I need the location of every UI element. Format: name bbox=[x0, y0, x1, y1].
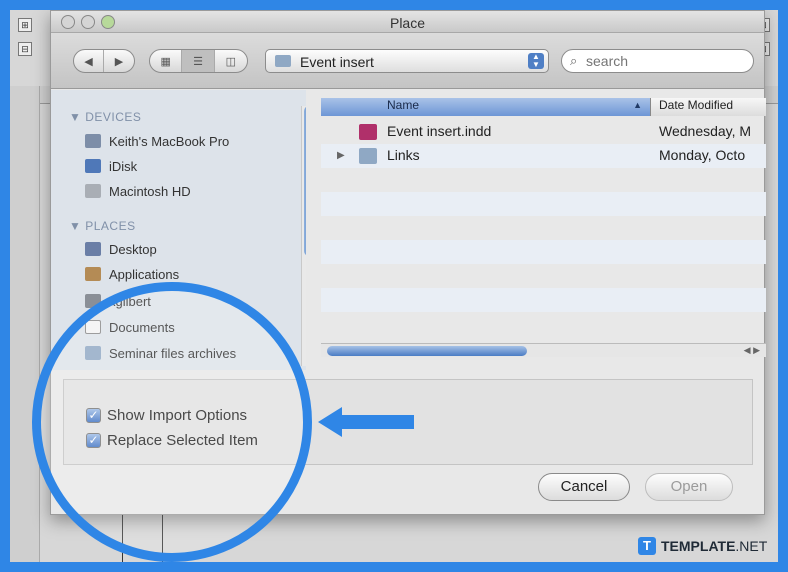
back-forward-buttons: ◀ ▶ bbox=[73, 49, 135, 73]
sidebar-item-macbook[interactable]: Keith's MacBook Pro bbox=[85, 132, 229, 150]
search-field[interactable]: ⌕ bbox=[561, 49, 754, 73]
sort-ascending-icon: ▲ bbox=[633, 100, 642, 110]
sidebar-item-desktop[interactable]: Desktop bbox=[85, 240, 157, 258]
back-arrow-icon[interactable]: ◀ bbox=[74, 50, 105, 72]
indesign-file-icon bbox=[359, 124, 377, 140]
empty-row bbox=[321, 312, 766, 336]
sidebar-item-macintosh-hd[interactable]: Macintosh HD bbox=[85, 182, 191, 200]
empty-row bbox=[321, 192, 766, 216]
applications-icon bbox=[85, 267, 101, 281]
empty-row bbox=[321, 168, 766, 192]
template-net-logo: T TEMPLATE.NET bbox=[638, 537, 767, 555]
open-button[interactable]: Open bbox=[645, 473, 733, 501]
date-column-header[interactable]: Date Modified bbox=[651, 98, 766, 116]
background-tool-icon: ⊞ bbox=[18, 18, 32, 32]
desktop-icon bbox=[85, 242, 101, 256]
file-list: Name ▲ Date Modified Event insert.indd W… bbox=[321, 90, 766, 360]
idisk-icon bbox=[85, 159, 101, 173]
file-name: Event insert.indd bbox=[387, 123, 492, 139]
window-title: Place bbox=[389, 15, 426, 31]
disclosure-triangle-icon[interactable]: ▶ bbox=[337, 150, 345, 161]
vertical-ruler bbox=[10, 86, 40, 562]
screenshot-frame: ⊞ ⊟ ⊞ ⊟ Place ◀ ▶ ▦ ☰ ◫ Ev bbox=[10, 10, 778, 562]
icon-view-icon[interactable]: ▦ bbox=[150, 50, 183, 72]
list-view-icon[interactable]: ☰ bbox=[182, 50, 215, 72]
path-label: Event insert bbox=[300, 54, 374, 70]
empty-row bbox=[321, 288, 766, 312]
search-icon: ⌕ bbox=[570, 53, 578, 68]
sidebar-item-idisk[interactable]: iDisk bbox=[85, 157, 137, 175]
horizontal-scrollbar[interactable]: ◀ ▶ bbox=[321, 343, 766, 357]
folder-icon bbox=[275, 55, 291, 67]
pointer-arrow-icon bbox=[318, 407, 414, 437]
toolbar: ◀ ▶ ▦ ☰ ◫ Event insert ▲ ▼ ⌕ bbox=[51, 33, 764, 89]
forward-arrow-icon[interactable]: ▶ bbox=[104, 50, 134, 72]
column-header: Name ▲ Date Modified bbox=[321, 98, 766, 116]
horizontal-scroll-thumb[interactable] bbox=[327, 346, 527, 356]
highlight-circle bbox=[32, 282, 312, 562]
file-row[interactable]: ▶ Links Monday, Octo bbox=[321, 144, 766, 168]
path-popup[interactable]: Event insert ▲ ▼ bbox=[265, 49, 549, 73]
background-tool-icon: ⊟ bbox=[18, 42, 32, 56]
scroll-arrows-icon[interactable]: ◀ ▶ bbox=[744, 345, 760, 356]
sidebar-item-label: Keith's MacBook Pro bbox=[109, 133, 230, 149]
empty-row bbox=[321, 240, 766, 264]
folder-icon bbox=[359, 148, 377, 164]
sidebar-item-label: Macintosh HD bbox=[109, 183, 191, 199]
sidebar-scroll-thumb[interactable] bbox=[304, 106, 306, 256]
cancel-button[interactable]: Cancel bbox=[538, 473, 630, 501]
name-column-header[interactable]: Name ▲ bbox=[321, 98, 651, 116]
search-input[interactable] bbox=[586, 53, 736, 69]
column-view-icon[interactable]: ◫ bbox=[215, 50, 247, 72]
sidebar-scrollbar[interactable] bbox=[301, 106, 306, 366]
places-heading: ▼ PLACES bbox=[69, 219, 136, 233]
popup-arrows-icon: ▲ ▼ bbox=[528, 53, 544, 69]
view-mode-buttons: ▦ ☰ ◫ bbox=[149, 49, 248, 73]
hard-drive-icon bbox=[85, 184, 101, 198]
file-date: Wednesday, M bbox=[659, 123, 752, 139]
file-row[interactable]: Event insert.indd Wednesday, M bbox=[321, 120, 766, 144]
file-date: Monday, Octo bbox=[659, 147, 746, 163]
title-bar: Place bbox=[51, 11, 764, 33]
sidebar-item-label: Desktop bbox=[109, 241, 157, 257]
laptop-icon bbox=[85, 134, 101, 148]
sidebar-item-applications[interactable]: Applications bbox=[85, 265, 179, 283]
sidebar-item-label: iDisk bbox=[109, 158, 138, 174]
sidebar-item-label: Applications bbox=[109, 266, 180, 282]
file-name: Links bbox=[387, 147, 420, 163]
empty-row bbox=[321, 216, 766, 240]
empty-row bbox=[321, 264, 766, 288]
devices-heading: ▼ DEVICES bbox=[69, 110, 142, 124]
